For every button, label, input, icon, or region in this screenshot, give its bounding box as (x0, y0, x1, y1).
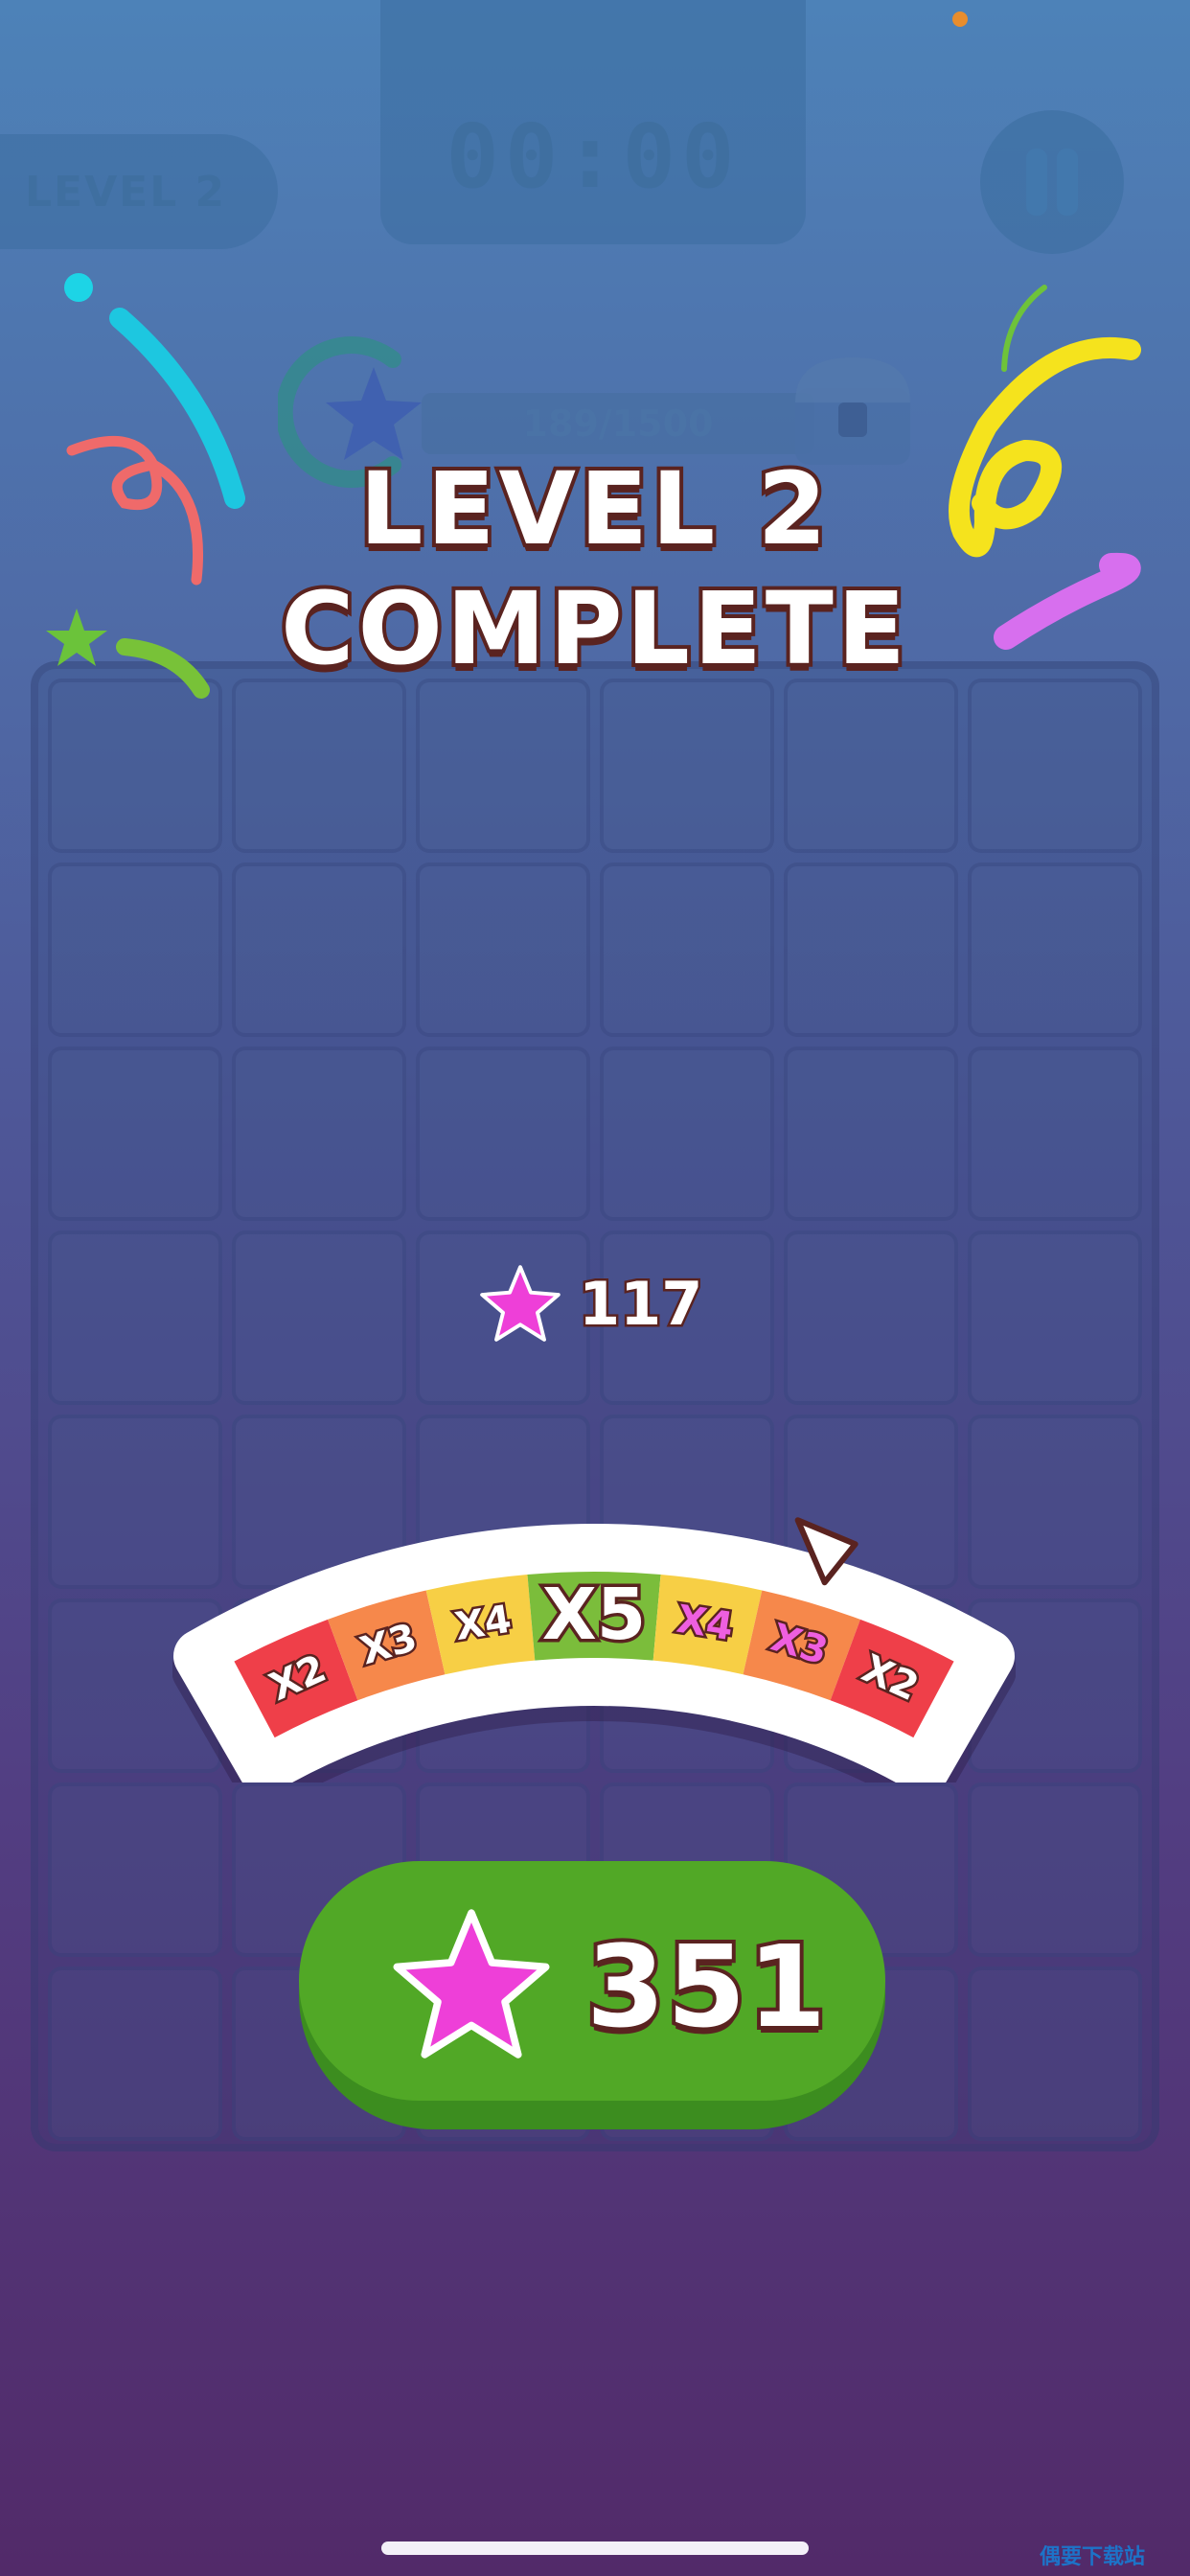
board-cell (784, 1046, 958, 1221)
board-cell (968, 1230, 1142, 1405)
base-reward: 117 (479, 1255, 705, 1351)
board-cell (600, 862, 774, 1037)
progress-text: 189/1500 (522, 402, 714, 445)
board-cell (232, 1230, 406, 1405)
board-cell (968, 862, 1142, 1037)
home-indicator[interactable] (381, 2542, 809, 2555)
level-badge: LEVEL 2 (0, 134, 278, 249)
board-cell (48, 1230, 222, 1405)
board-cell (48, 862, 222, 1037)
multiplier-wheel: X2X3 X4 X5 X4 X3X2 (172, 1517, 1016, 1782)
board-cell (48, 1046, 222, 1221)
board-cell (968, 1046, 1142, 1221)
level-label: LEVEL 2 (25, 167, 227, 217)
board-cell (416, 862, 590, 1037)
title-line-1: LEVEL 2 (355, 447, 831, 571)
board-cell (600, 1046, 774, 1221)
board-cell (784, 862, 958, 1037)
board-cell (232, 862, 406, 1037)
board-cell (968, 1782, 1142, 1957)
base-reward-amount: 117 (576, 1266, 704, 1341)
watermark-text: 偶要下载站 (1040, 2545, 1146, 2569)
star-icon (480, 1265, 561, 1342)
board-cell (232, 1046, 406, 1221)
claim-amount: 351 (583, 1917, 830, 2057)
timer-panel: 00:00 (380, 0, 806, 244)
timer-text: 00:00 (446, 105, 741, 208)
board-cell (416, 1046, 590, 1221)
board-cell (48, 1782, 222, 1957)
board-cell (968, 678, 1142, 853)
title-line-2: COMPLETE (277, 566, 909, 691)
wheel-segment-label: X4 (674, 1598, 736, 1649)
claim-reward-button[interactable]: 351 (299, 1861, 885, 2129)
board-cell (784, 678, 958, 853)
wheel-segment-label: X5 (542, 1574, 647, 1656)
wheel-segment-label: X4 (452, 1598, 515, 1649)
claim-button-face[interactable]: 351 (299, 1861, 885, 2101)
progress-bar: 189/1500 (422, 393, 814, 454)
board-cell (48, 1966, 222, 2141)
star-icon (393, 1909, 550, 2058)
board-cell (784, 1230, 958, 1405)
board-cell (968, 1966, 1142, 2141)
board-cell (600, 678, 774, 853)
board-cell (416, 678, 590, 853)
